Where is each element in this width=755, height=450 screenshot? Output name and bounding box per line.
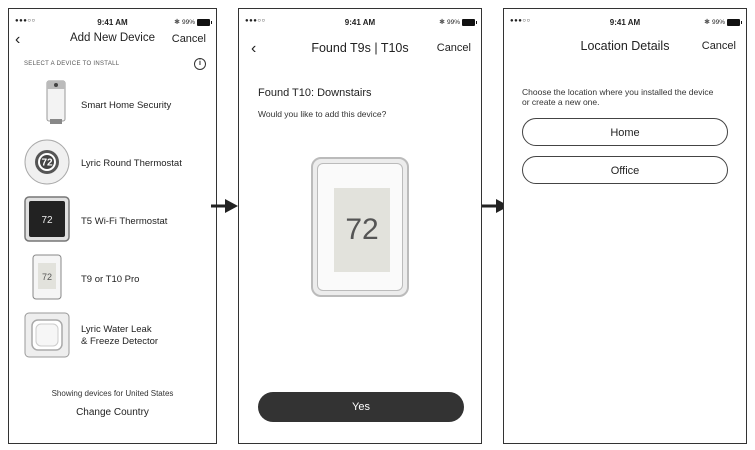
battery-indicator: ✱ 99% (704, 18, 742, 26)
status-bar: ●●●○○ 9:41 AM ✱ 99% (9, 18, 216, 30)
info-icon[interactable]: i (194, 58, 206, 70)
section-header: SELECT A DEVICE TO INSTALL (24, 61, 120, 67)
device-label: Lyric Round Thermostat (81, 158, 182, 169)
device-item-t5-wifi-thermostat[interactable]: 72 T5 Wi-Fi Thermostat (21, 195, 211, 243)
cancel-button[interactable]: Cancel (437, 42, 471, 54)
thermostat-display: 72 (334, 188, 390, 272)
nav-bar: ‹ Found T9s | T10s Cancel (239, 41, 481, 59)
battery-percent: 99% (711, 18, 725, 26)
add-device-screen: ●●●○○ 9:41 AM ✱ 99% ‹ Add New Device Can… (8, 8, 217, 444)
bluetooth-icon: ✱ (174, 19, 180, 26)
device-label: T9 or T10 Pro (81, 274, 140, 285)
location-option-home[interactable]: Home (522, 118, 728, 146)
t10-thermostat-image: 72 (311, 157, 409, 297)
location-description: Choose the location where you installed … (522, 87, 714, 107)
device-item-lyric-round-thermostat[interactable]: 72 Lyric Round Thermostat (21, 137, 211, 185)
device-label: Lyric Water Leak & Freeze Detector (81, 324, 158, 348)
battery-icon (197, 18, 212, 26)
cancel-button[interactable]: Cancel (172, 33, 206, 45)
arrow-right-icon (211, 199, 238, 213)
location-option-office[interactable]: Office (522, 156, 728, 184)
bluetooth-icon: ✱ (439, 19, 445, 26)
security-camera-icon (46, 80, 66, 124)
status-bar: ●●●○○ 9:41 AM ✱ 99% (504, 18, 746, 30)
battery-indicator: ✱ 99% (174, 18, 212, 26)
status-bar: ●●●○○ 9:41 AM ✱ 99% (239, 18, 481, 30)
battery-icon (727, 18, 742, 26)
battery-percent: 99% (446, 18, 460, 26)
device-item-water-leak-detector[interactable]: Lyric Water Leak & Freeze Detector (21, 311, 211, 359)
t9-thermostat-icon: 72 (32, 254, 62, 300)
battery-icon (462, 18, 477, 26)
add-device-question: Would you like to add this device? (258, 109, 387, 119)
device-label: T5 Wi-Fi Thermostat (81, 216, 168, 227)
nav-bar: ‹ Add New Device Cancel (9, 32, 216, 50)
round-thermostat-display: 72 (41, 158, 53, 169)
water-leak-detector-icon (24, 312, 70, 358)
thermostat-bezel: 72 (317, 163, 403, 291)
t5-thermostat-icon: 72 (24, 196, 70, 242)
cancel-button[interactable]: Cancel (702, 40, 736, 52)
found-device-screen: ●●●○○ 9:41 AM ✱ 99% ‹ Found T9s | T10s C… (238, 8, 482, 444)
device-label-line1: Lyric Water Leak (81, 324, 152, 335)
battery-indicator: ✱ 99% (439, 18, 477, 26)
device-label-line2: & Freeze Detector (81, 336, 159, 347)
found-device-heading: Found T10: Downstairs (258, 87, 372, 99)
yes-button[interactable]: Yes (258, 392, 464, 422)
t5-display: 72 (41, 215, 53, 226)
device-label: Smart Home Security (81, 100, 172, 111)
bluetooth-icon: ✱ (704, 19, 710, 26)
change-country-link[interactable]: Change Country (9, 407, 216, 418)
location-details-screen: ●●●○○ 9:41 AM ✱ 99% Location Details Can… (503, 8, 747, 444)
nav-bar: Location Details Cancel (504, 39, 746, 57)
device-item-smart-home-security[interactable]: Smart Home Security (21, 79, 211, 127)
battery-percent: 99% (181, 18, 195, 26)
round-thermostat-icon: 72 (24, 139, 70, 185)
device-item-t9-t10-pro[interactable]: 72 T9 or T10 Pro (21, 253, 211, 301)
country-info-text: Showing devices for United States (51, 389, 174, 398)
t9-display: 72 (42, 272, 52, 282)
